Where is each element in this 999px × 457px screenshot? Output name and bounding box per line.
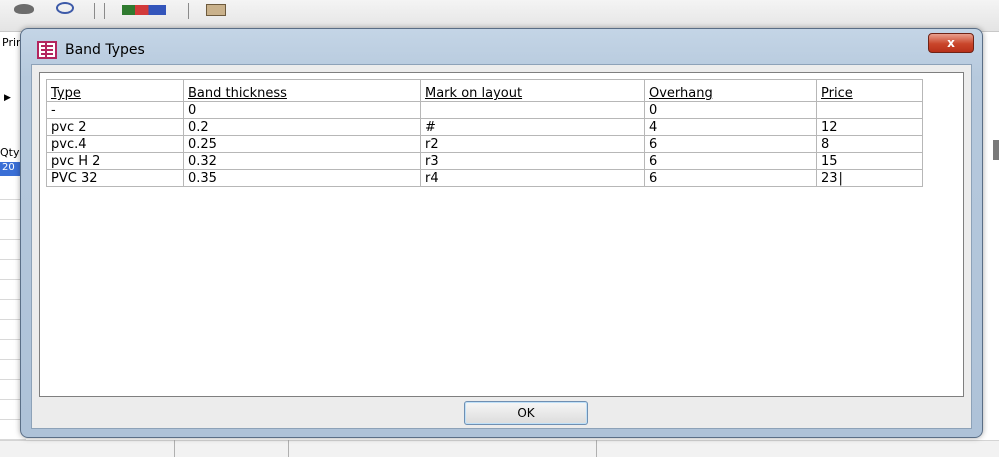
- table-row[interactable]: PVC 32 0.35 r4 6 23: [46, 169, 923, 187]
- table-cell[interactable]: 0.32: [183, 152, 421, 170]
- editing-cell-value[interactable]: 23: [821, 171, 843, 186]
- band-types-dialog: Band Types x Type Band thickness Mark on…: [20, 28, 983, 438]
- column-header-mark-on-layout[interactable]: Mark on layout: [420, 79, 645, 102]
- background-status-strip: [0, 440, 999, 457]
- table-row[interactable]: pvc H 2 0.32 r3 6 15: [46, 152, 923, 170]
- table-cell[interactable]: r3: [420, 152, 645, 170]
- ok-button[interactable]: OK: [464, 401, 588, 425]
- table-cell[interactable]: 8: [816, 135, 923, 153]
- price-cell-editing[interactable]: 23: [816, 169, 923, 187]
- table-cell[interactable]: -: [46, 101, 184, 119]
- qty-column-header: Qty: [0, 146, 20, 159]
- table-cell[interactable]: PVC 32: [46, 169, 184, 187]
- column-header-type[interactable]: Type: [46, 79, 184, 102]
- table-cell[interactable]: pvc.4: [46, 135, 184, 153]
- table-cell[interactable]: 0.25: [183, 135, 421, 153]
- table-row[interactable]: pvc 2 0.2 # 4 12: [46, 118, 923, 136]
- export-icon[interactable]: [122, 5, 166, 15]
- toolbar-separator: [104, 3, 105, 19]
- help-icon[interactable]: [56, 2, 74, 14]
- table-cell[interactable]: 6: [644, 152, 817, 170]
- table-cell[interactable]: [420, 101, 645, 119]
- table-cell[interactable]: r4: [420, 169, 645, 187]
- dialog-title: Band Types: [65, 42, 145, 58]
- table-cell[interactable]: r2: [420, 135, 645, 153]
- band-types-grid[interactable]: Type Band thickness Mark on layout Overh…: [39, 72, 964, 397]
- table-row[interactable]: pvc.4 0.25 r2 6 8: [46, 135, 923, 153]
- dialog-client-area: Type Band thickness Mark on layout Overh…: [31, 64, 972, 429]
- table-cell[interactable]: pvc H 2: [46, 152, 184, 170]
- table-cell[interactable]: 0.35: [183, 169, 421, 187]
- column-header-price[interactable]: Price: [816, 79, 923, 102]
- table-cell[interactable]: 6: [644, 135, 817, 153]
- column-header-band-thickness[interactable]: Band thickness: [183, 79, 421, 102]
- table-cell[interactable]: [816, 101, 923, 119]
- toolbar-separator: [188, 3, 189, 19]
- table-header-row: Type Band thickness Mark on layout Overh…: [46, 79, 923, 102]
- band-types-table: Type Band thickness Mark on layout Overh…: [46, 79, 923, 187]
- row-pointer-icon: ▶: [4, 93, 11, 103]
- helmet-icon[interactable]: [14, 4, 34, 14]
- table-cell[interactable]: 0.2: [183, 118, 421, 136]
- status-divider: [288, 440, 289, 457]
- status-divider: [174, 440, 175, 457]
- table-cell[interactable]: pvc 2: [46, 118, 184, 136]
- table-cell[interactable]: 4: [644, 118, 817, 136]
- table-cell[interactable]: 0: [644, 101, 817, 119]
- table-cell[interactable]: 6: [644, 169, 817, 187]
- toolbar-separator: [94, 3, 95, 19]
- new-row[interactable]: - 0 0: [46, 101, 923, 119]
- background-column-edge: [993, 140, 999, 160]
- table-cell[interactable]: #: [420, 118, 645, 136]
- table-cell[interactable]: 12: [816, 118, 923, 136]
- status-divider: [596, 440, 597, 457]
- column-header-overhang[interactable]: Overhang: [644, 79, 817, 102]
- layout-icon[interactable]: [206, 4, 226, 16]
- table-cell[interactable]: 15: [816, 152, 923, 170]
- table-icon: [37, 41, 57, 59]
- table-cell[interactable]: 0: [183, 101, 421, 119]
- close-button[interactable]: x: [928, 33, 974, 53]
